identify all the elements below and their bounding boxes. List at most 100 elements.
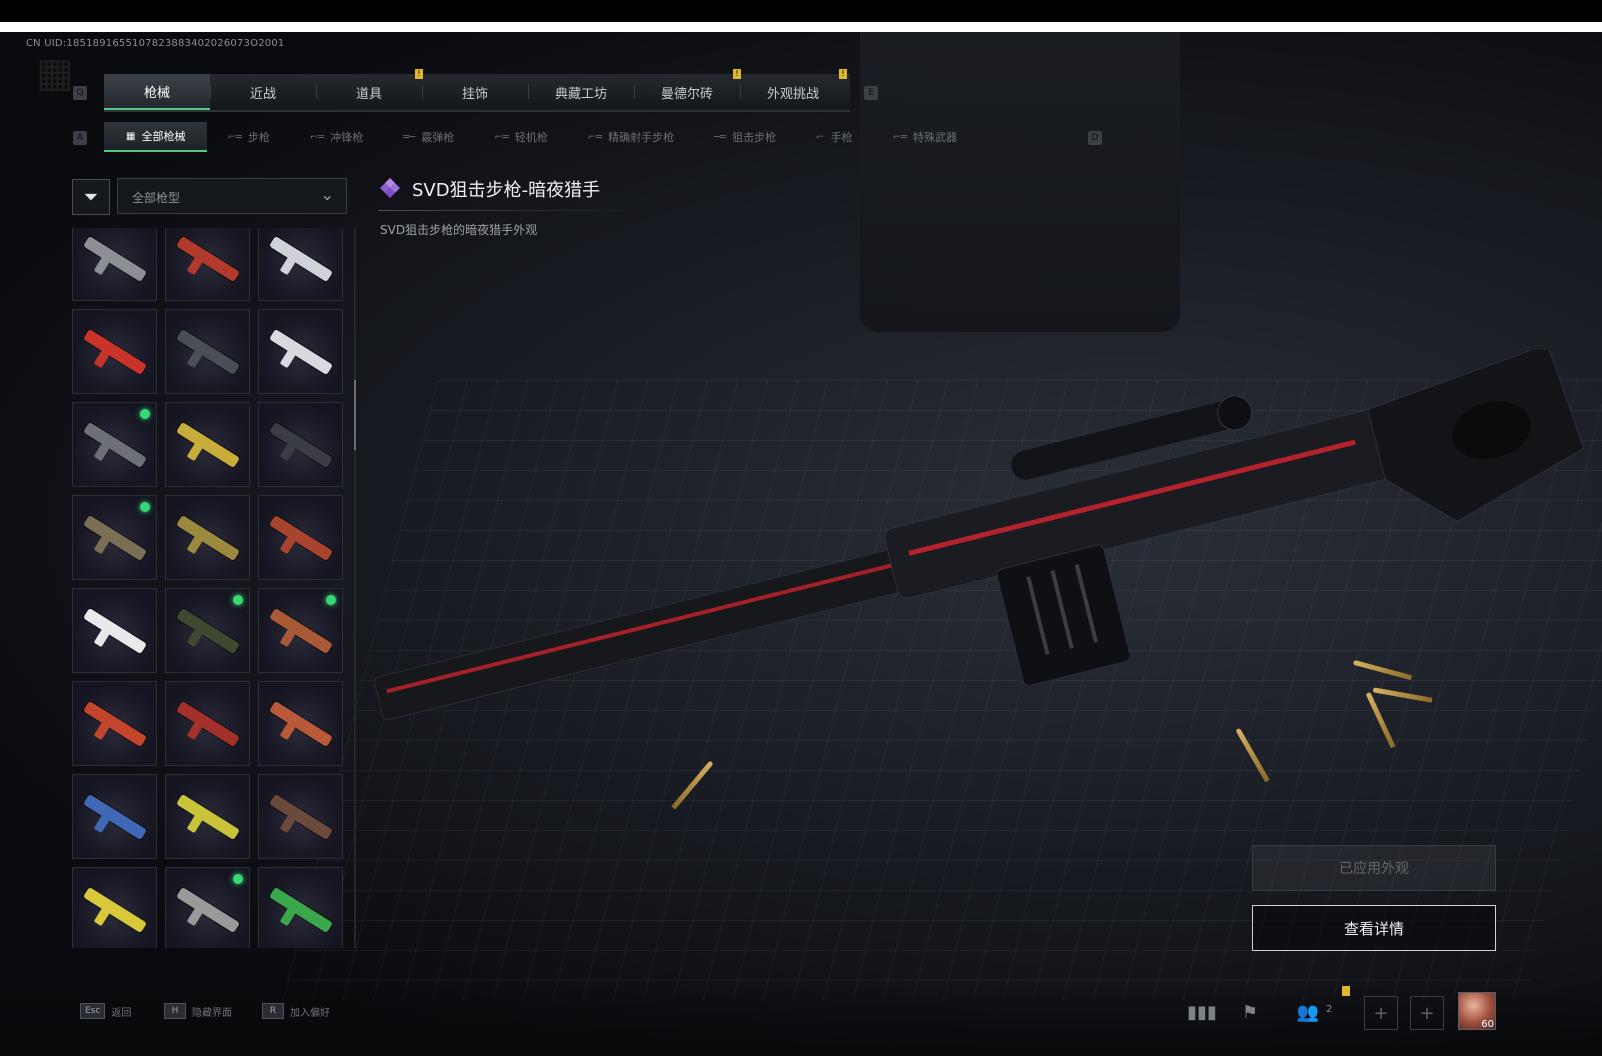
skin-grid-item[interactable] (165, 867, 250, 948)
skin-grid-item[interactable] (72, 495, 157, 580)
view-details-button[interactable]: 查看详情 (1252, 905, 1496, 951)
tab-items[interactable]: 道具! (316, 69, 423, 110)
tab-mandel-brick[interactable]: 曼德尔砖! (634, 69, 741, 110)
skin-grid-item[interactable] (72, 774, 157, 859)
skin-grid-item[interactable] (72, 228, 157, 301)
weapon-thumbnail (268, 793, 334, 841)
weapon-thumbnail (268, 328, 334, 376)
tab-label: 枪械 (143, 85, 170, 101)
window-topbar (0, 0, 1602, 22)
chevron-down-icon: ⌄ (320, 185, 334, 204)
weapon-thumbnail (175, 700, 241, 748)
weapon-thumbnail (268, 235, 334, 283)
weapon-thumbnail (82, 328, 148, 376)
pistol-icon: ⌐ (816, 131, 825, 143)
skin-grid-item[interactable] (72, 402, 157, 487)
smg-icon: ⌐═ (309, 131, 325, 143)
weapon-thumbnail (82, 421, 148, 469)
skin-grid-item[interactable] (165, 588, 250, 673)
skin-grid-item[interactable] (72, 309, 157, 394)
title-divider (378, 210, 638, 211)
tab-charms[interactable]: 挂饰 (422, 74, 528, 110)
weapon-thumbnail (268, 700, 334, 748)
subtab-label: 手枪 (830, 131, 853, 144)
hint-label: 返回 (111, 1007, 132, 1019)
weapon-thumbnail (175, 886, 241, 934)
skin-grid-item[interactable] (258, 867, 343, 948)
tab-label: 道具 (355, 86, 382, 102)
tab-melee[interactable]: 近战 (210, 74, 316, 110)
flag-icon[interactable]: ⚑ (1234, 996, 1266, 1028)
tab-next-key[interactable]: E (864, 86, 878, 100)
weapon-thumbnail (268, 421, 334, 469)
stats-icon[interactable]: ▮▮▮ (1186, 996, 1218, 1028)
friends-icon[interactable]: 👥 (1292, 996, 1324, 1028)
window-topline (0, 22, 1602, 32)
tab-guns[interactable]: 枪械 (104, 74, 210, 110)
tab-appearance-challenge[interactable]: 外观挑战! (740, 69, 847, 110)
tab-label: 典藏工坊 (554, 86, 607, 102)
subtab-label: 全部枪械 (141, 130, 186, 143)
skin-grid-item[interactable] (258, 774, 343, 859)
weapon-thumbnail (82, 793, 148, 841)
skin-grid-item[interactable] (72, 681, 157, 766)
weapon-thumbnail (268, 607, 334, 655)
player-avatar[interactable]: 60 (1458, 992, 1496, 1030)
skin-grid-item[interactable] (258, 228, 343, 301)
skin-description: SVD狙击步枪的暗夜猎手外观 (380, 223, 538, 237)
tab-collection-workshop[interactable]: 典藏工坊 (528, 74, 634, 110)
subtab-sniper[interactable]: ─═ 狙击步枪 (694, 122, 796, 152)
weapon-thumbnail (175, 421, 241, 469)
category-tabs: 枪械 近战 道具! 挂饰 典藏工坊 曼德尔砖! 外观挑战! (104, 69, 850, 112)
subtab-label: 轻机枪 (514, 131, 548, 144)
subtab-lmg[interactable]: ⌐═ 轻机枪 (474, 122, 567, 152)
subtab-prev-key[interactable]: A (73, 131, 87, 145)
new-indicator-dot (233, 595, 243, 605)
skin-title: SVD狙击步枪-暗夜猎手 (412, 180, 601, 201)
tab-label: 曼德尔砖 (660, 86, 713, 102)
skin-grid-item[interactable] (72, 867, 157, 948)
player-uid: CN UID:1851891655107823883402026073O2001 (26, 38, 285, 49)
skin-grid-item[interactable] (72, 588, 157, 673)
subtab-all-guns[interactable]: ▦ 全部枪械 (104, 122, 208, 152)
subtab-smg[interactable]: ⌐═ 冲锋枪 (290, 122, 383, 152)
subtab-label: 冲锋枪 (330, 131, 364, 144)
weapon-thumbnail (82, 700, 148, 748)
new-indicator-dot (140, 409, 150, 419)
weapon-thumbnail (175, 514, 241, 562)
skin-grid-item[interactable] (165, 228, 250, 301)
back-hint[interactable]: Esc 返回 (80, 1000, 131, 1022)
weapon-thumbnail (268, 514, 334, 562)
add-favorite-hint[interactable]: R 加入偏好 (262, 1000, 330, 1022)
skin-grid-item[interactable] (165, 495, 250, 580)
key-r: R (262, 1003, 284, 1019)
weapon-thumbnail (82, 514, 148, 562)
subtab-next-key[interactable]: D (1088, 131, 1102, 145)
tab-prev-key[interactable]: Q (73, 86, 87, 100)
filter-button[interactable]: ⏷ (72, 179, 110, 215)
tab-label: 近战 (249, 86, 276, 102)
shotgun-icon: ═─ (403, 131, 416, 143)
skin-grid-item[interactable] (165, 681, 250, 766)
subtab-shotgun[interactable]: ═─ 霰弹枪 (383, 122, 474, 152)
subtab-special[interactable]: ⌐═ 特殊武器 (873, 122, 977, 152)
plus-icon: + (1419, 1002, 1435, 1024)
select-value: 全部枪型 (132, 191, 181, 205)
skin-grid-item[interactable] (165, 309, 250, 394)
add-party-slot-button[interactable]: + (1364, 996, 1398, 1030)
scene-weapon-case (860, 32, 1180, 332)
hide-ui-hint[interactable]: H 隐藏界面 (164, 1000, 232, 1022)
skin-grid-item[interactable] (165, 774, 250, 859)
skin-grid-item[interactable] (165, 402, 250, 487)
weapon-type-select[interactable]: 全部枪型 ⌄ (117, 178, 347, 214)
subtab-pistol[interactable]: ⌐ 手枪 (796, 122, 872, 152)
tab-label: 挂饰 (461, 86, 488, 102)
marksman-icon: ⌐═ (587, 131, 603, 143)
subtab-rifle[interactable]: ⌐═ 步枪 (207, 122, 289, 152)
notification-badge (1342, 986, 1350, 996)
add-party-slot-button[interactable]: + (1410, 996, 1444, 1030)
subtab-marksman[interactable]: ⌐═ 精确射手步枪 (568, 122, 694, 152)
notification-badge: ! (839, 69, 847, 79)
player-level: 60 (1481, 1019, 1494, 1030)
plus-icon: + (1373, 1002, 1389, 1024)
